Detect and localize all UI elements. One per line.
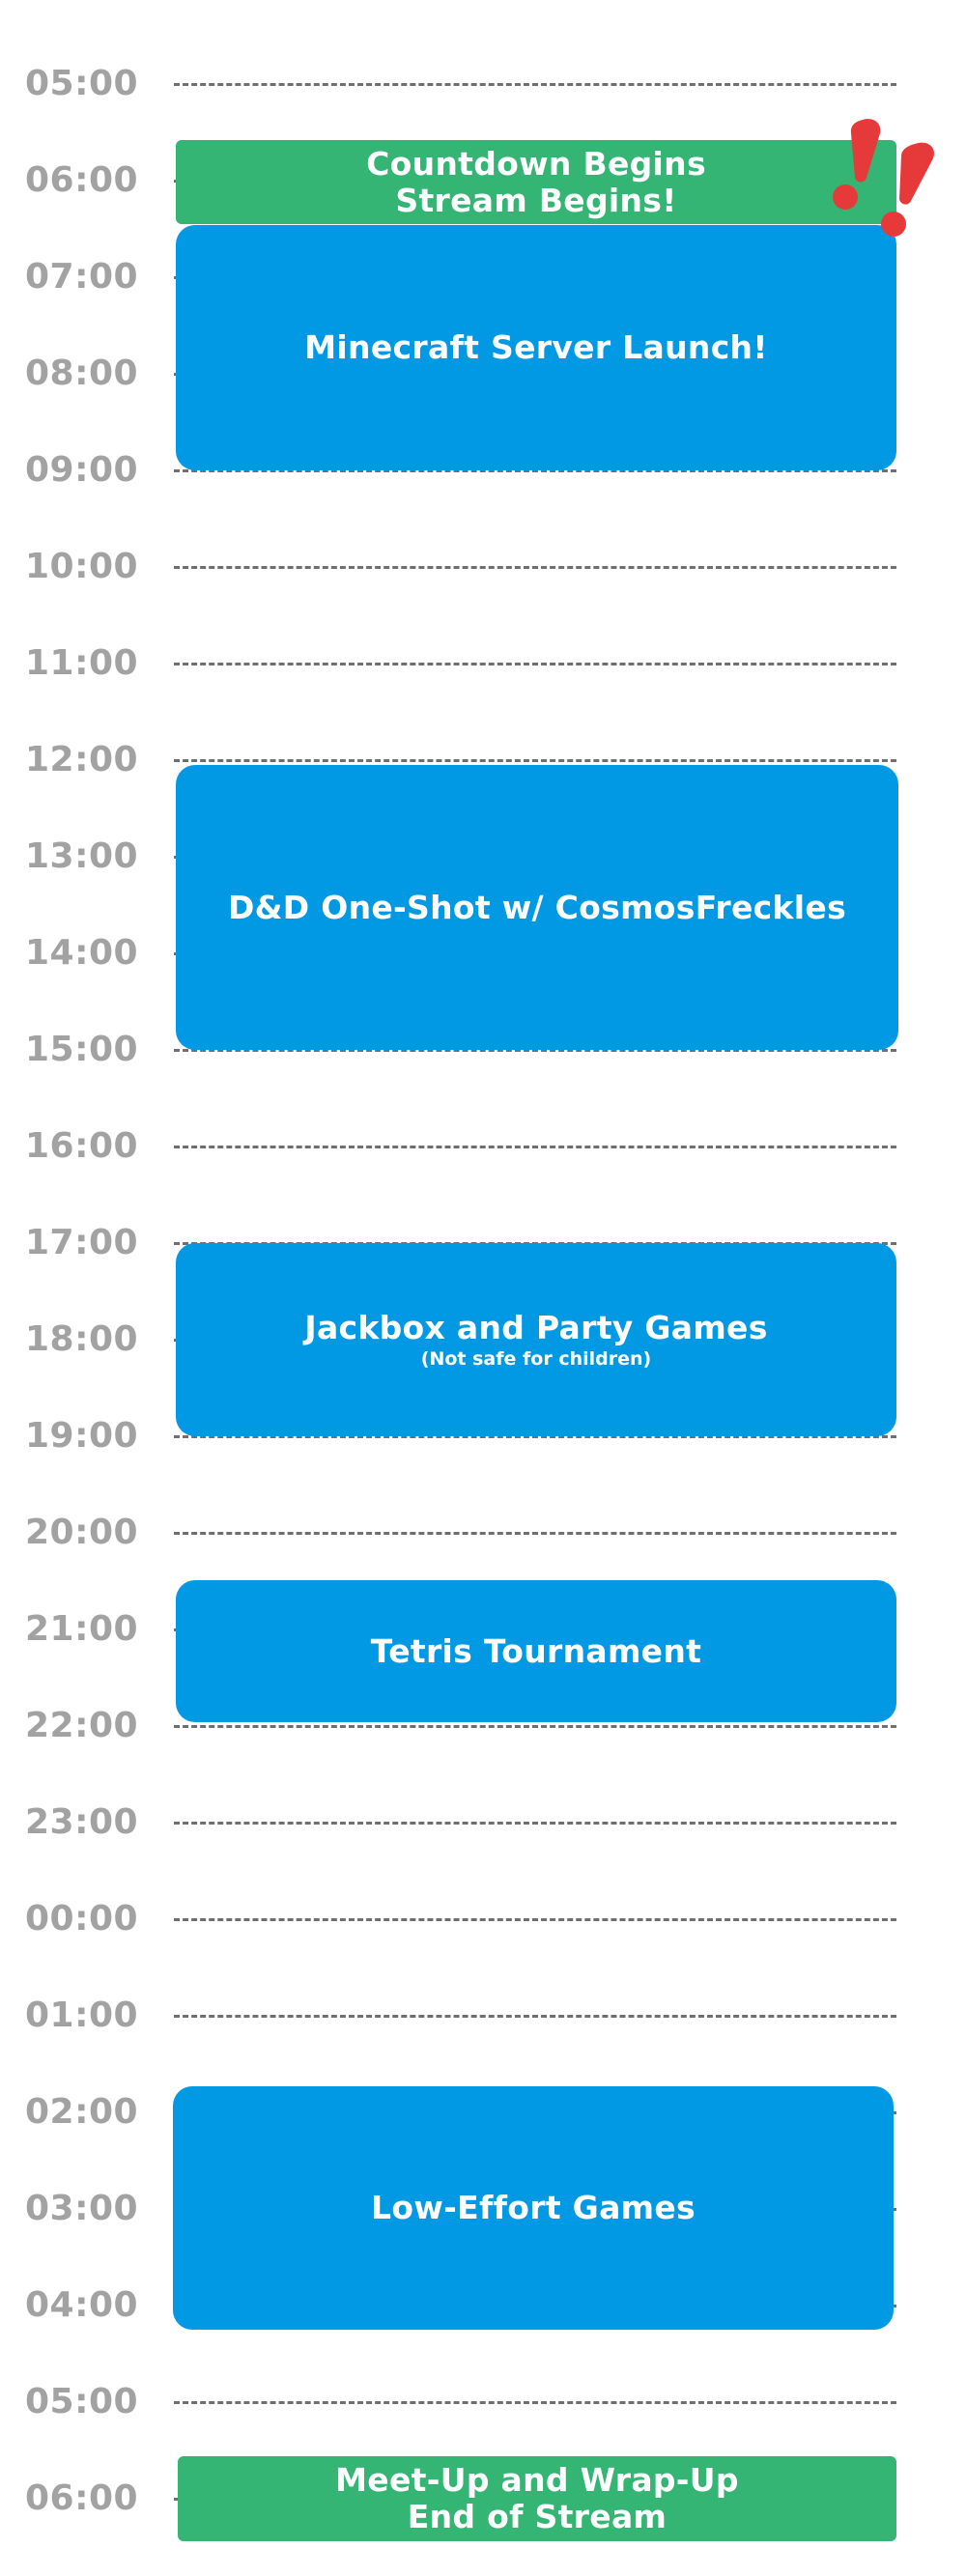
- time-label: 22:00: [25, 1706, 139, 1745]
- hour-row: 11:00: [0, 644, 966, 683]
- time-label: 06:00: [25, 160, 139, 200]
- event-countdown-line2: Stream Begins!: [395, 181, 677, 219]
- time-label: 03:00: [25, 2189, 139, 2228]
- hour-divider: [174, 566, 896, 569]
- hour-row: 23:00: [0, 1803, 966, 1842]
- hour-divider: [174, 2401, 896, 2404]
- event-tetris: Tetris Tournament: [176, 1580, 896, 1722]
- hour-divider: [174, 83, 896, 86]
- time-label: 01:00: [25, 1996, 139, 2035]
- time-label: 17:00: [25, 1223, 139, 1262]
- time-label: 11:00: [25, 643, 139, 683]
- time-label: 09:00: [25, 450, 139, 490]
- time-label: 05:00: [25, 2382, 139, 2421]
- time-label: 19:00: [25, 1416, 139, 1456]
- time-label: 18:00: [25, 1319, 139, 1359]
- event-jackbox-title: Jackbox and Party Games: [304, 1309, 768, 1346]
- event-countdown-line1: Countdown Begins: [366, 144, 706, 183]
- time-label: 10:00: [25, 547, 139, 586]
- hour-divider: [174, 663, 896, 665]
- event-wrapup-line2: End of Stream: [407, 2498, 668, 2535]
- hour-row: 05:00: [0, 65, 966, 103]
- event-jackbox-subtitle: (Not safe for children): [420, 1348, 652, 1370]
- time-label: 23:00: [25, 1802, 139, 1842]
- event-jackbox: Jackbox and Party Games (Not safe for ch…: [176, 1243, 896, 1436]
- hour-divider: [174, 1532, 896, 1535]
- hour-divider: [174, 1822, 896, 1825]
- time-label: 02:00: [25, 2092, 139, 2132]
- time-label: 12:00: [25, 740, 139, 779]
- hour-divider: [174, 1918, 896, 1921]
- event-countdown: Countdown Begins Stream Begins!: [176, 140, 896, 224]
- event-minecraft: Minecraft Server Launch!: [176, 225, 896, 470]
- hour-row: 05:00: [0, 2383, 966, 2421]
- hour-divider: [174, 759, 896, 762]
- event-tetris-title: Tetris Tournament: [370, 1631, 702, 1670]
- stream-schedule: 05:00 06:00 07:00 08:00 09:00 10:00 11:0…: [0, 0, 966, 2576]
- hour-row: 20:00: [0, 1514, 966, 1552]
- event-wrapup: Meet-Up and Wrap-Up End of Stream: [178, 2456, 896, 2541]
- time-label: 20:00: [25, 1513, 139, 1552]
- event-low-effort: Low-Effort Games: [173, 2086, 894, 2330]
- time-label: 14:00: [25, 933, 139, 973]
- time-label: 06:00: [25, 2478, 139, 2518]
- event-wrapup-line1: Meet-Up and Wrap-Up: [335, 2461, 739, 2499]
- time-label: 13:00: [25, 836, 139, 876]
- double-exclamation-icon: [833, 119, 934, 237]
- time-label: 04:00: [25, 2285, 139, 2325]
- hour-row: 01:00: [0, 1996, 966, 2035]
- event-low-effort-title: Low-Effort Games: [371, 2189, 696, 2226]
- time-label: 16:00: [25, 1126, 139, 1166]
- hour-divider: [174, 1725, 896, 1728]
- time-label: 07:00: [25, 257, 139, 297]
- time-label: 00:00: [25, 1899, 139, 1939]
- event-minecraft-title: Minecraft Server Launch!: [304, 328, 768, 366]
- time-label: 15:00: [25, 1030, 139, 1069]
- time-label: 05:00: [25, 64, 139, 103]
- hour-divider: [174, 2015, 896, 2018]
- time-label: 08:00: [25, 354, 139, 393]
- hour-row: 16:00: [0, 1127, 966, 1166]
- hour-row: 00:00: [0, 1900, 966, 1939]
- hour-row: 10:00: [0, 548, 966, 586]
- time-label: 21:00: [25, 1609, 139, 1649]
- event-dnd: D&D One-Shot w/ CosmosFreckles: [176, 765, 898, 1050]
- event-dnd-title: D&D One-Shot w/ CosmosFreckles: [227, 888, 847, 926]
- hour-divider: [174, 1146, 896, 1148]
